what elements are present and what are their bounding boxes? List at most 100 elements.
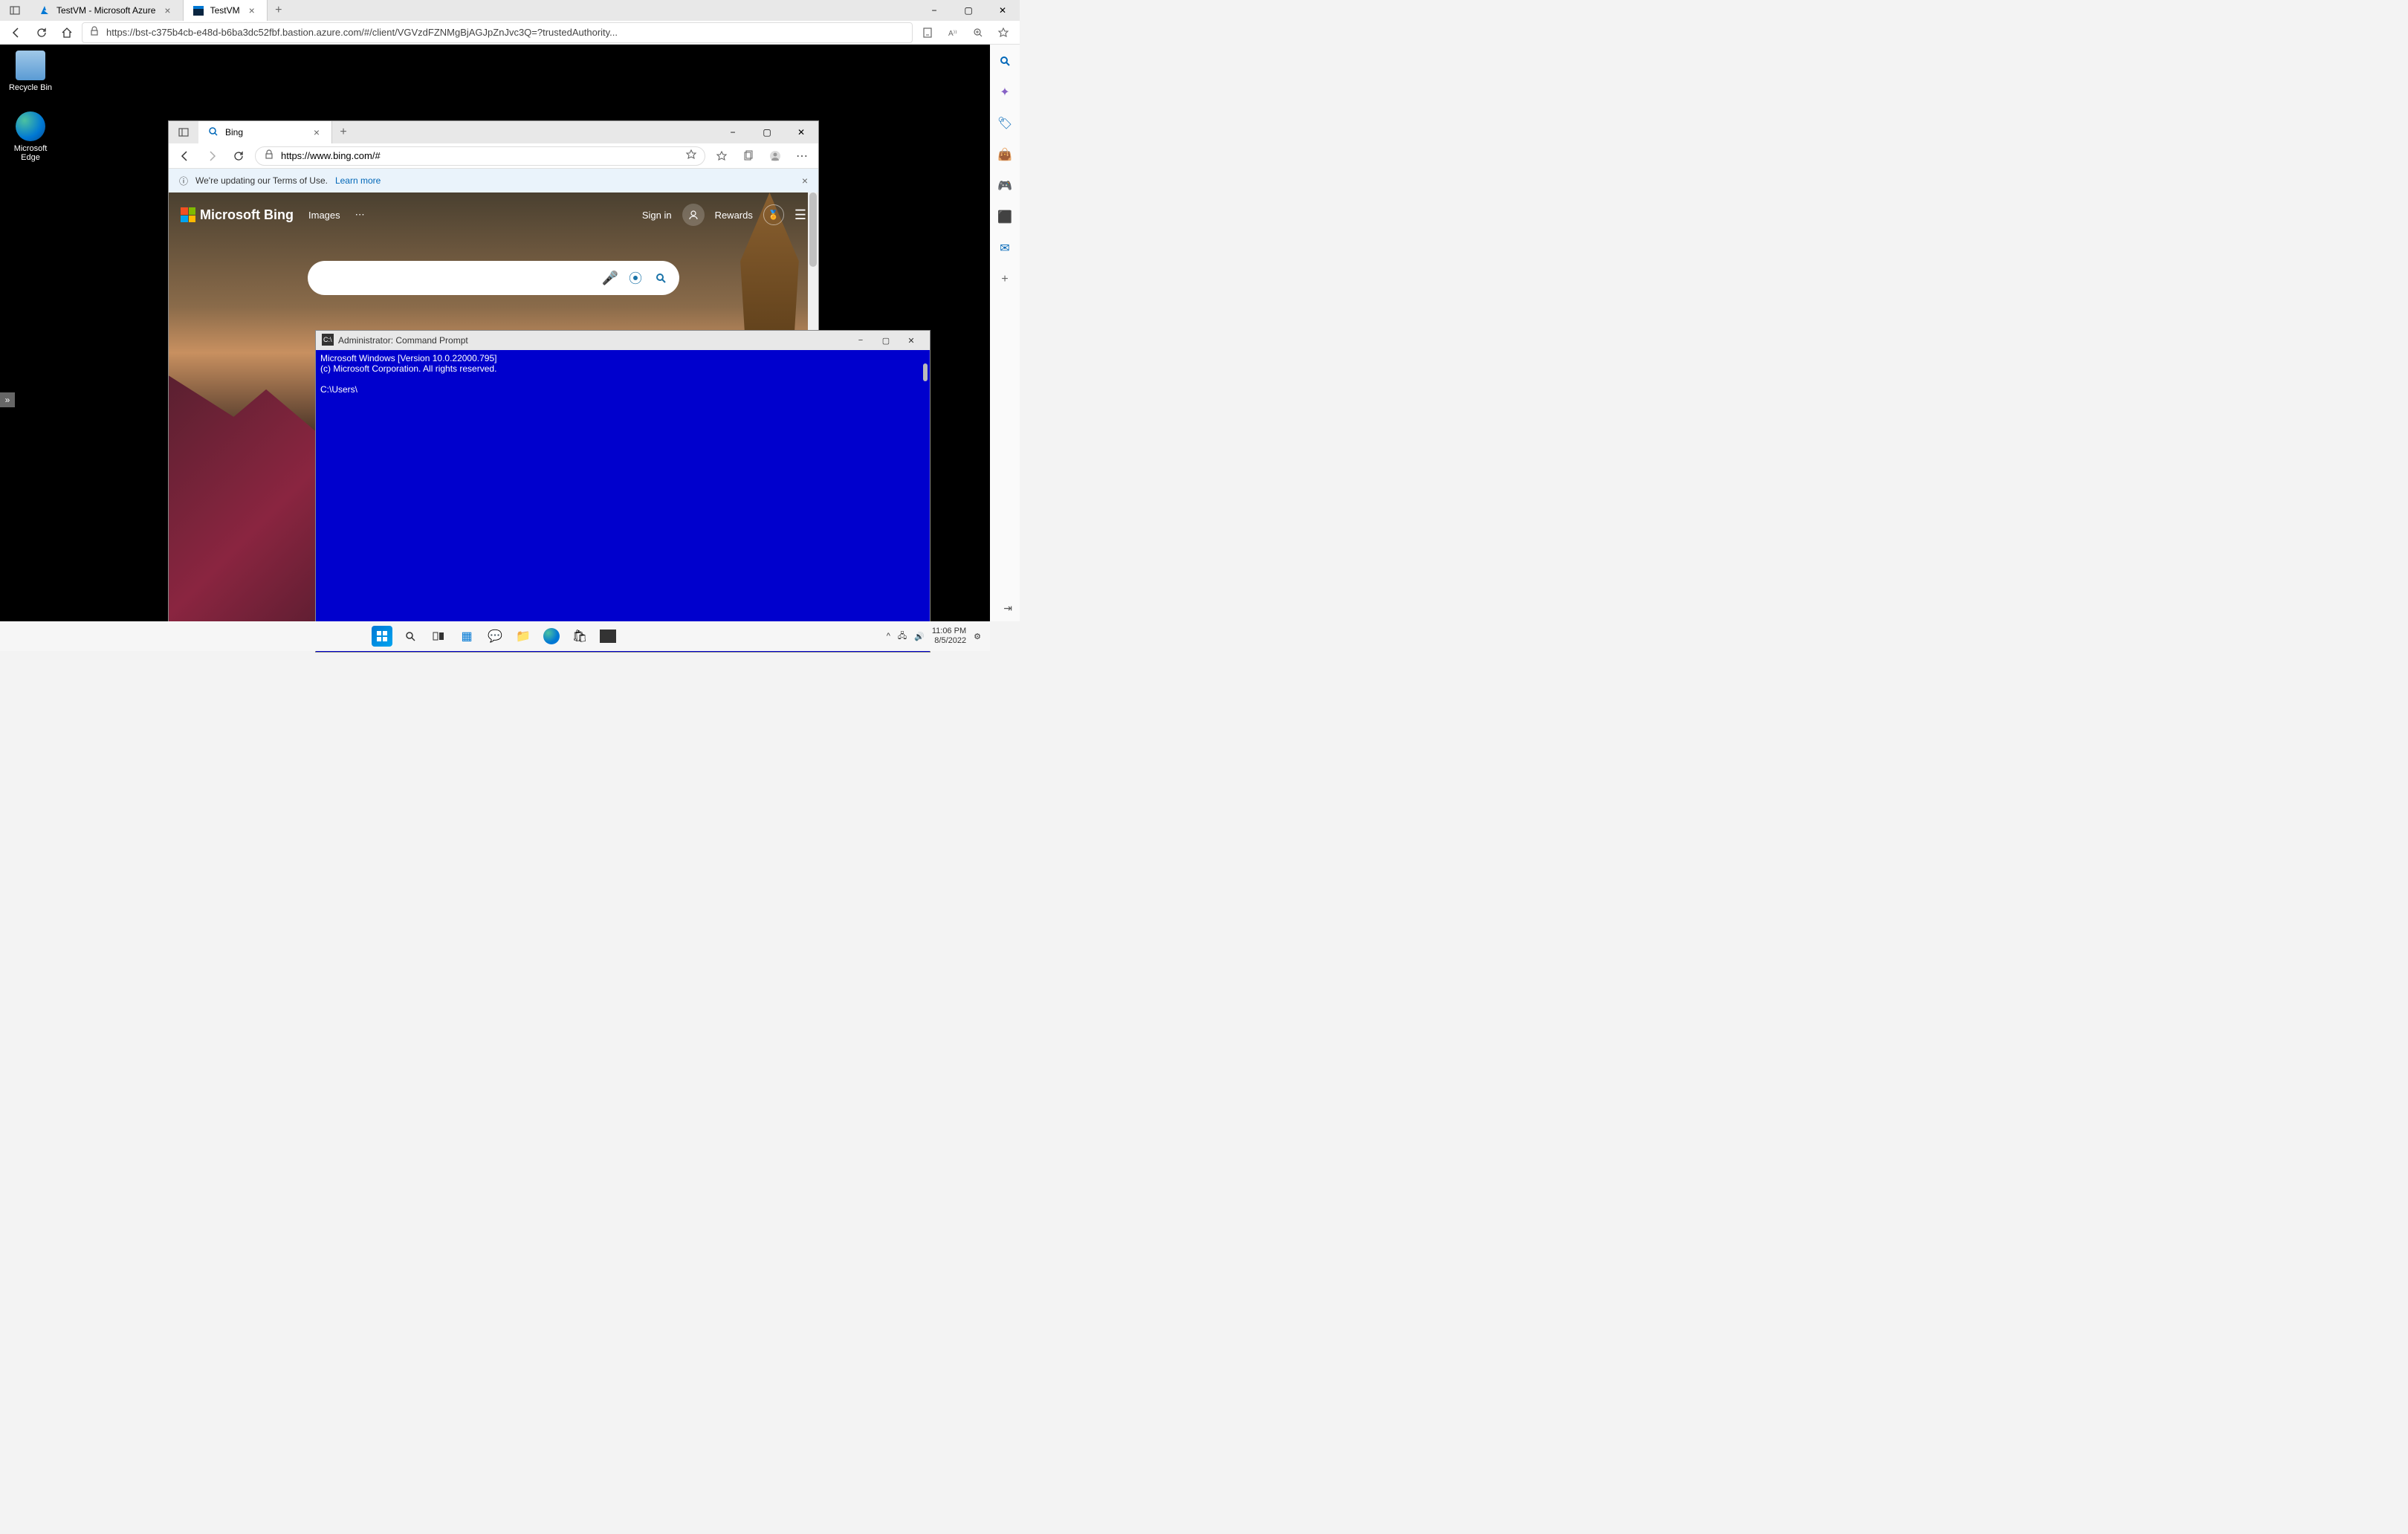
wallet-icon[interactable]: 👜 — [996, 146, 1014, 164]
cmd-scrollbar[interactable] — [921, 350, 930, 652]
voice-search-icon[interactable]: 🎤 — [601, 268, 620, 288]
inner-profile-icon[interactable] — [765, 146, 786, 166]
inner-url: https://www.bing.com/# — [281, 150, 381, 161]
inner-address-bar[interactable]: https://www.bing.com/# — [255, 146, 705, 166]
azure-icon — [39, 4, 51, 16]
home-button[interactable] — [56, 22, 77, 43]
cmd-close[interactable]: ✕ — [899, 331, 924, 350]
cmd-body[interactable]: Microsoft Windows [Version 10.0.22000.79… — [316, 350, 930, 652]
maximize-button[interactable]: ▢ — [951, 0, 985, 21]
hamburger-icon[interactable]: ☰ — [794, 207, 806, 223]
sidebar-toggle-icon[interactable]: ⇥ — [1003, 602, 1012, 615]
bastion-viewport[interactable]: Recycle Bin Microsoft Edge » Bing × + − … — [0, 45, 990, 621]
app-available-icon[interactable] — [917, 22, 938, 43]
inner-maximize[interactable]: ▢ — [750, 121, 784, 143]
terminal-taskbar-icon[interactable] — [598, 626, 618, 647]
tab-azure[interactable]: TestVM - Microsoft Azure × — [30, 0, 184, 21]
cmd-titlebar[interactable]: C:\ Administrator: Command Prompt − ▢ ✕ — [316, 331, 930, 350]
inner-back[interactable] — [175, 146, 195, 166]
rewards-icon[interactable]: 🏅 — [763, 204, 784, 225]
tab-close-button[interactable]: × — [161, 3, 173, 18]
task-view-icon[interactable] — [428, 626, 449, 647]
widgets-icon[interactable]: ▦ — [456, 626, 477, 647]
store-icon[interactable]: 🛍 — [569, 626, 590, 647]
inner-new-tab[interactable]: + — [332, 121, 355, 143]
bastion-icon — [192, 4, 204, 16]
new-tab-button[interactable]: + — [268, 0, 290, 21]
search-icon[interactable] — [996, 52, 1014, 70]
info-close-button[interactable]: × — [802, 175, 808, 187]
games-icon[interactable]: 🎮 — [996, 177, 1014, 195]
network-icon[interactable]: 🖧 — [898, 630, 907, 644]
taskbar-clock[interactable]: 11:06 PM 8/5/2022 — [932, 627, 966, 646]
favorite-icon[interactable] — [993, 22, 1014, 43]
inner-close[interactable]: ✕ — [784, 121, 818, 143]
office-icon[interactable]: ⬛ — [996, 208, 1014, 226]
add-sidebar-icon[interactable]: + — [996, 271, 1014, 288]
edge-taskbar-icon[interactable] — [541, 626, 562, 647]
file-explorer-icon[interactable]: 📁 — [513, 626, 534, 647]
bing-logo[interactable]: Microsoft Bing — [181, 207, 294, 223]
avatar-icon[interactable] — [682, 204, 705, 226]
recycle-bin-icon[interactable]: Recycle Bin — [4, 51, 56, 92]
cmd-icon: C:\ — [322, 334, 334, 348]
rewards-link[interactable]: Rewards — [715, 210, 753, 221]
tab-testvm[interactable]: TestVM × — [184, 0, 268, 21]
bing-search-icon — [207, 126, 219, 140]
read-aloud-icon[interactable]: A⁾⁾ — [942, 22, 963, 43]
outer-browser-toolbar: https://bst-c375b4cb-e48d-b6ba3dc52fbf.b… — [0, 21, 1020, 45]
search-submit-icon[interactable] — [651, 268, 670, 288]
tab-actions-button[interactable] — [0, 0, 30, 21]
tab-close-button[interactable]: × — [246, 3, 258, 18]
info-text: We're updating our Terms of Use. — [195, 175, 328, 186]
search-input[interactable] — [317, 272, 595, 284]
inner-minimize[interactable]: − — [716, 121, 750, 143]
search-taskbar-icon[interactable] — [400, 626, 421, 647]
images-link[interactable]: Images — [308, 210, 340, 221]
refresh-button[interactable] — [31, 22, 52, 43]
shopping-tag-icon[interactable]: 🏷 — [996, 114, 1014, 132]
inner-menu-icon[interactable]: ⋯ — [792, 146, 812, 166]
minimize-button[interactable]: − — [917, 0, 951, 21]
lock-icon — [263, 149, 275, 163]
address-bar[interactable]: https://bst-c375b4cb-e48d-b6ba3dc52fbf.b… — [82, 22, 913, 43]
inner-tab-close[interactable]: × — [311, 125, 323, 140]
inner-favorite-icon[interactable] — [685, 149, 697, 163]
inner-favorites-icon[interactable] — [711, 146, 732, 166]
signin-link[interactable]: Sign in — [642, 210, 672, 221]
clock-date: 8/5/2022 — [932, 636, 966, 646]
learn-more-link[interactable]: Learn more — [335, 175, 381, 186]
cmd-minimize[interactable]: − — [848, 331, 873, 350]
command-prompt-window: C:\ Administrator: Command Prompt − ▢ ✕ … — [315, 330, 930, 653]
outlook-icon[interactable]: ✉ — [996, 239, 1014, 257]
bastion-expand-handle[interactable]: » — [0, 392, 15, 407]
cmd-scroll-thumb[interactable] — [923, 363, 928, 381]
back-button[interactable] — [6, 22, 27, 43]
inner-refresh[interactable] — [228, 146, 249, 166]
chat-icon[interactable]: 💬 — [485, 626, 505, 647]
start-button[interactable] — [372, 626, 392, 647]
inner-tab-bing[interactable]: Bing × — [198, 121, 332, 143]
scrollbar-thumb[interactable] — [809, 192, 817, 267]
edge-sidebar: ✦ 🏷 👜 🎮 ⬛ ✉ + — [990, 45, 1020, 621]
sparkle-icon[interactable]: ✦ — [996, 83, 1014, 101]
zoom-icon[interactable] — [968, 22, 988, 43]
cmd-maximize[interactable]: ▢ — [873, 331, 899, 350]
more-menu[interactable]: ⋯ — [355, 209, 365, 221]
edge-desktop-icon[interactable]: Microsoft Edge — [4, 111, 56, 162]
tray-chevron-icon[interactable]: ^ — [887, 632, 890, 641]
tab-title: TestVM — [210, 5, 240, 16]
inner-collections-icon[interactable] — [738, 146, 759, 166]
inner-forward — [201, 146, 222, 166]
outer-browser-titlebar: TestVM - Microsoft Azure × TestVM × + − … — [0, 0, 1020, 21]
inner-tab-actions[interactable] — [169, 121, 198, 143]
cmd-line2: (c) Microsoft Corporation. All rights re… — [320, 363, 496, 374]
inner-titlebar: Bing × + − ▢ ✕ — [169, 121, 818, 143]
settings-gear-icon[interactable]: ⚙ — [974, 632, 981, 641]
svg-text:A⁾⁾: A⁾⁾ — [948, 30, 957, 38]
image-search-icon[interactable]: ⦿ — [626, 268, 645, 288]
bing-search-box[interactable]: 🎤 ⦿ — [308, 261, 679, 295]
sound-icon[interactable]: 🔊 — [914, 632, 925, 641]
bing-brand-text: Microsoft Bing — [200, 207, 294, 223]
close-button[interactable]: ✕ — [985, 0, 1020, 21]
